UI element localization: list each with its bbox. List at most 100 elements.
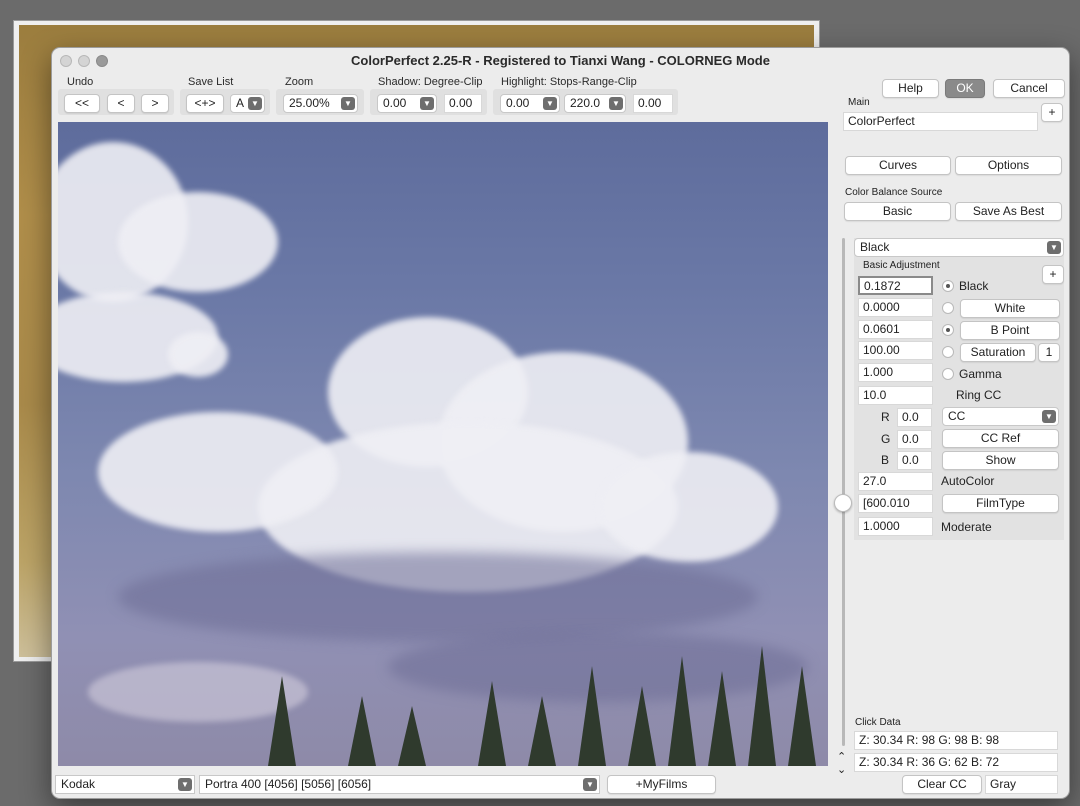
- tree-shape: [528, 696, 556, 766]
- adjustment-add-button[interactable]: +: [1042, 265, 1064, 284]
- main-label: Main: [848, 97, 870, 108]
- shadow-label: Shadow: Degree-Clip: [378, 76, 483, 88]
- main-add-button[interactable]: +: [1041, 103, 1063, 122]
- g-value-field[interactable]: 0.0: [897, 430, 932, 449]
- window-title: ColorPerfect 2.25-R - Registered to Tian…: [351, 53, 770, 68]
- bpoint-value-field[interactable]: 0.0601: [858, 320, 933, 339]
- saturation-value-field[interactable]: 100.00: [858, 341, 933, 360]
- chevron-down-icon: ▼: [420, 97, 434, 110]
- shadow-clip-field[interactable]: 0.00: [444, 94, 482, 113]
- b-value-field[interactable]: 0.0: [897, 451, 932, 470]
- zoom-value: 25.00%: [289, 96, 330, 110]
- chevron-down-icon: ▼: [609, 97, 623, 110]
- options-button[interactable]: Options: [955, 156, 1062, 175]
- bpoint-radio[interactable]: [942, 324, 954, 336]
- image-preview[interactable]: [58, 122, 828, 766]
- savelist-add-button[interactable]: <+>: [186, 94, 224, 113]
- white-radio[interactable]: [942, 302, 954, 314]
- chevron-down-icon: ▼: [248, 97, 262, 110]
- undo-back-button[interactable]: <: [107, 94, 135, 113]
- chevron-down-icon: ▼: [1042, 410, 1056, 423]
- zoom-label: Zoom: [285, 76, 314, 88]
- cc-select[interactable]: CC ▼: [942, 407, 1059, 426]
- filmtype-value-field[interactable]: [600.010: [858, 494, 933, 513]
- cc-select-value: CC: [948, 409, 966, 423]
- adjustment-mode-select[interactable]: Black ▼: [854, 238, 1064, 257]
- savelist-value: A: [236, 96, 245, 110]
- cloud-shape: [98, 412, 338, 532]
- moderate-value-field[interactable]: 1.0000: [858, 517, 933, 536]
- tree-shape: [348, 696, 376, 766]
- bpoint-button[interactable]: B Point: [960, 321, 1060, 340]
- chevron-down-icon: ▼: [1047, 241, 1061, 254]
- show-button[interactable]: Show: [942, 451, 1059, 470]
- film-value: Portra 400 [4056] [5056] [6056]: [205, 777, 372, 791]
- zoom-select[interactable]: 25.00% ▼: [283, 94, 358, 113]
- cloud-shadow-shape: [118, 552, 758, 642]
- black-radio[interactable]: [942, 280, 954, 292]
- autocolor-value-field[interactable]: 27.0: [858, 472, 933, 491]
- white-value-field[interactable]: 0.0000: [858, 298, 933, 317]
- ringcc-label: Ring CC: [956, 388, 1002, 402]
- g-label: G: [881, 432, 891, 446]
- click-data-row-1: Z: 30.34 R: 98 G: 98 B: 98: [854, 731, 1058, 750]
- tree-shape: [748, 646, 776, 766]
- b-label: B: [881, 453, 890, 467]
- adjustment-mode-value: Black: [860, 240, 890, 254]
- highlight-stops-select[interactable]: 0.00 ▼: [500, 94, 560, 113]
- color-balance-source-label: Color Balance Source: [845, 187, 943, 198]
- vertical-slider-thumb[interactable]: [834, 494, 852, 512]
- shadow-degree-value: 0.00: [383, 96, 407, 110]
- saturation-radio[interactable]: [942, 346, 954, 358]
- cancel-button[interactable]: Cancel: [993, 79, 1065, 98]
- r-value-field[interactable]: 0.0: [897, 408, 932, 427]
- ok-button[interactable]: OK: [945, 79, 985, 98]
- myfilms-button[interactable]: +MyFilms: [607, 775, 716, 794]
- tree-shape: [788, 666, 816, 766]
- filmtype-button[interactable]: FilmType: [942, 494, 1059, 513]
- basic-button[interactable]: Basic: [844, 202, 951, 221]
- chevron-down-icon: ▼: [583, 778, 597, 791]
- gamma-value-field[interactable]: 1.000: [858, 363, 933, 382]
- clear-cc-button[interactable]: Clear CC: [902, 775, 982, 794]
- highlight-range-value: 220.0: [570, 96, 601, 110]
- tree-shape: [668, 656, 696, 766]
- chevron-down-icon: ▼: [178, 778, 192, 791]
- film-maker-value: Kodak: [61, 777, 96, 791]
- film-select[interactable]: Portra 400 [4056] [5056] [6056] ▼: [199, 775, 600, 794]
- gamma-radio[interactable]: [942, 368, 954, 380]
- stepper-icon[interactable]: ⌃ ⌄: [837, 750, 846, 776]
- cc-ref-button[interactable]: CC Ref: [942, 429, 1059, 448]
- black-label: Black: [959, 279, 989, 293]
- chevron-down-icon: ▼: [341, 97, 355, 110]
- click-data-row-2: Z: 30.34 R: 36 G: 62 B: 72: [854, 753, 1058, 772]
- highlight-clip-field[interactable]: 0.00: [633, 94, 673, 113]
- curves-button[interactable]: Curves: [845, 156, 951, 175]
- cloud-shape: [168, 332, 228, 377]
- savelist-label: Save List: [188, 76, 234, 88]
- savelist-select[interactable]: A ▼: [230, 94, 265, 113]
- tree-shape: [268, 676, 296, 766]
- moderate-label: Moderate: [941, 520, 992, 534]
- tree-shape: [478, 681, 506, 766]
- shadow-degree-select[interactable]: 0.00 ▼: [377, 94, 437, 113]
- film-maker-select[interactable]: Kodak ▼: [55, 775, 195, 794]
- black-value-field[interactable]: 0.1872: [858, 276, 933, 295]
- highlight-label: Highlight: Stops-Range-Clip: [501, 76, 637, 88]
- undo-all-button[interactable]: <<: [64, 94, 100, 113]
- ringcc-value-field[interactable]: 10.0: [858, 386, 933, 405]
- tree-shape: [708, 671, 736, 766]
- main-preset-field[interactable]: ColorPerfect: [843, 112, 1038, 131]
- r-label: R: [881, 410, 890, 424]
- saturation-button[interactable]: Saturation: [960, 343, 1036, 362]
- tree-shape: [578, 666, 606, 766]
- saturation-extra-button[interactable]: 1: [1038, 343, 1060, 362]
- click-data-label: Click Data: [855, 717, 901, 728]
- save-as-best-button[interactable]: Save As Best: [955, 202, 1062, 221]
- white-button[interactable]: White: [960, 299, 1060, 318]
- highlight-range-select[interactable]: 220.0 ▼: [564, 94, 626, 113]
- vertical-slider-track[interactable]: [842, 238, 845, 746]
- help-button[interactable]: Help: [882, 79, 939, 98]
- gray-field[interactable]: Gray: [985, 775, 1058, 794]
- undo-forward-button[interactable]: >: [141, 94, 169, 113]
